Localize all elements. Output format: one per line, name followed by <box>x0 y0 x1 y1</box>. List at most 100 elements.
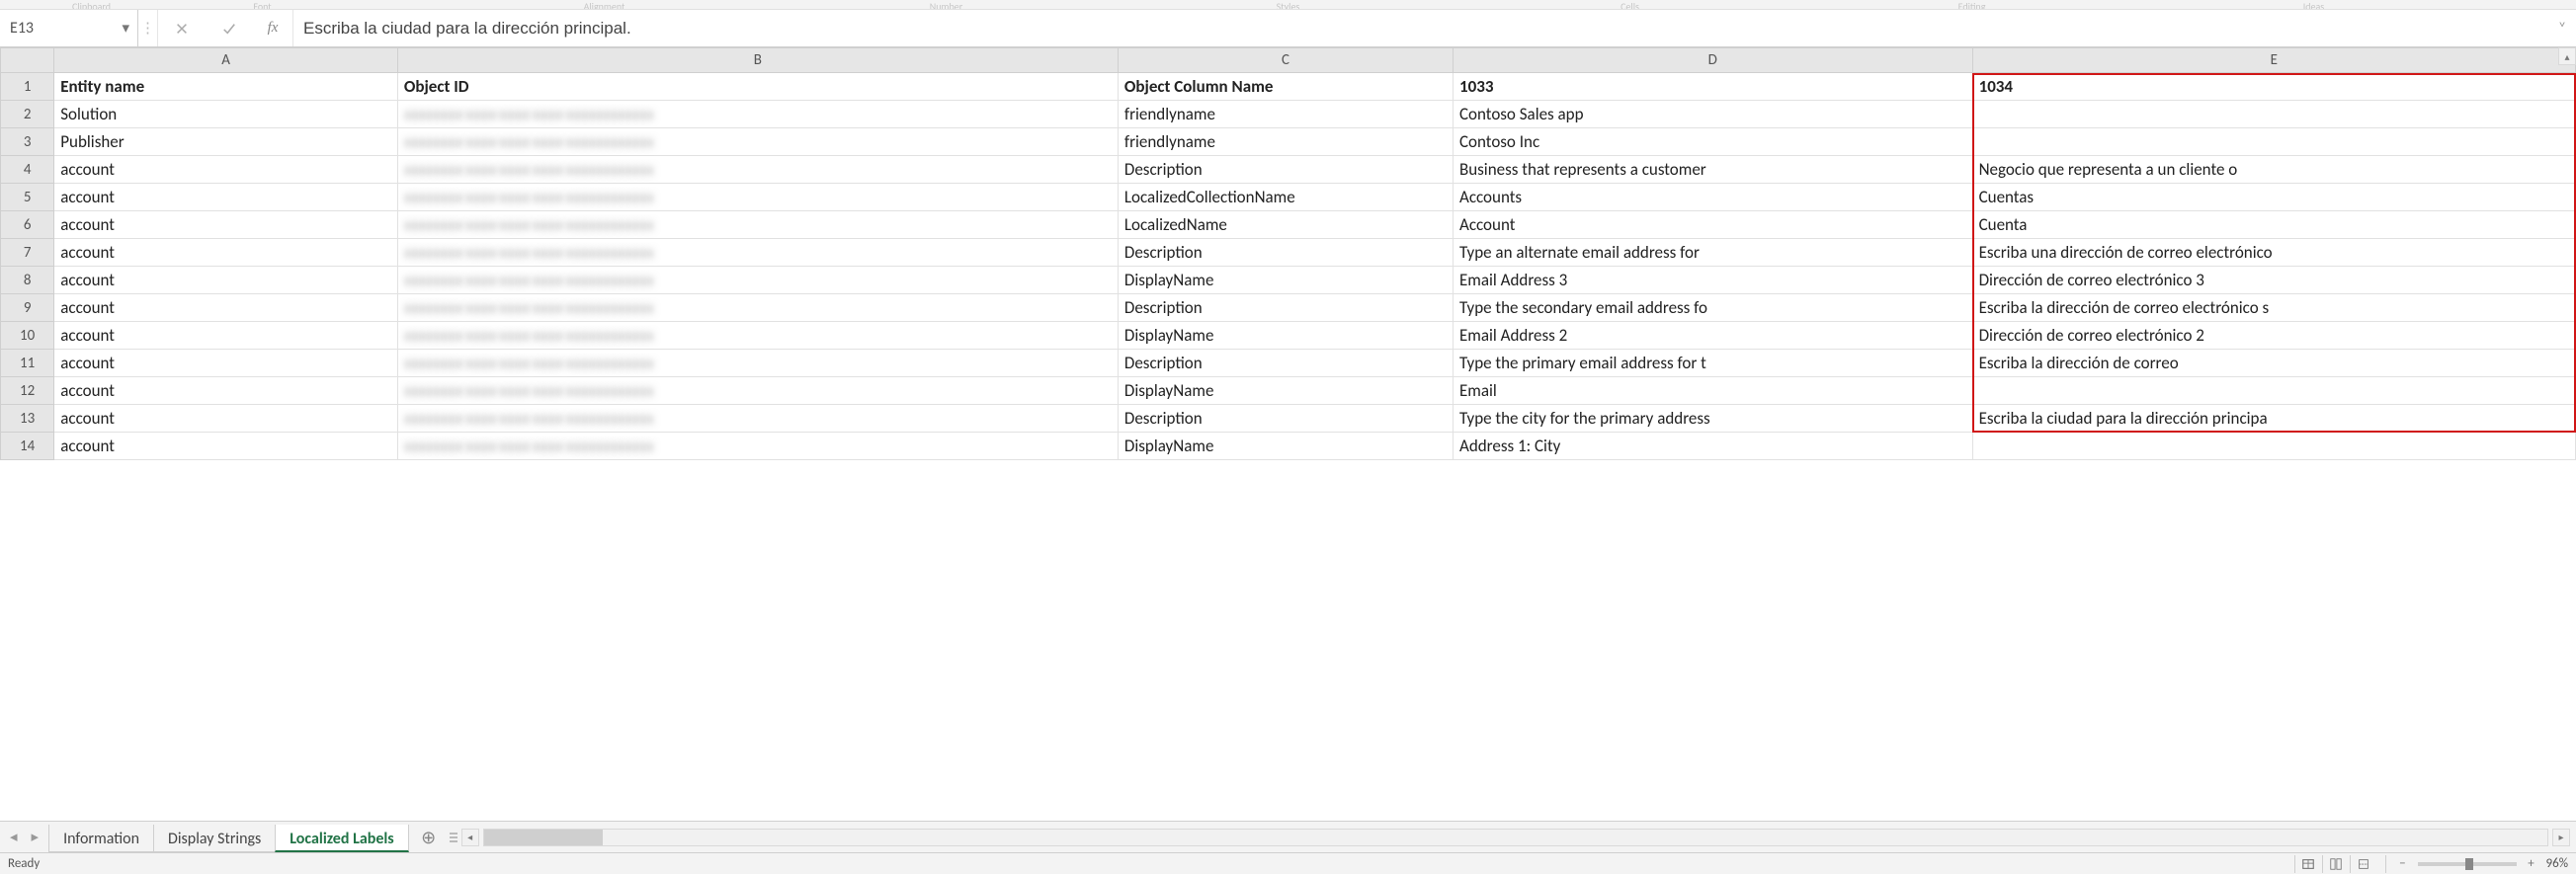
horizontal-scrollbar[interactable] <box>483 829 2548 846</box>
cell[interactable]: Description <box>1118 405 1453 433</box>
cell[interactable]: Accounts <box>1453 184 1972 211</box>
row-header[interactable]: 3 <box>1 128 54 156</box>
row-header[interactable]: 8 <box>1 267 54 294</box>
cell[interactable]: account <box>54 322 398 350</box>
scroll-grip-icon[interactable] <box>450 828 457 847</box>
cancel-formula-button[interactable] <box>158 10 206 46</box>
cell[interactable]: xxxxxxxx-xxxx-xxxx-xxxx-xxxxxxxxxxxx <box>397 101 1118 128</box>
cell[interactable]: xxxxxxxx-xxxx-xxxx-xxxx-xxxxxxxxxxxx <box>397 211 1118 239</box>
cell[interactable]: account <box>54 377 398 405</box>
cell[interactable]: Type the primary email address for t <box>1453 350 1972 377</box>
cell[interactable]: friendlyname <box>1118 101 1453 128</box>
sheet-nav-next-icon[interactable]: ▸ <box>28 826 43 848</box>
cell[interactable]: account <box>54 211 398 239</box>
chevron-down-icon[interactable]: ▾ <box>122 19 129 38</box>
row-header[interactable]: 14 <box>1 433 54 460</box>
add-sheet-button[interactable]: ⊕ <box>414 824 444 851</box>
cell[interactable]: account <box>54 239 398 267</box>
cell[interactable] <box>1972 101 2575 128</box>
cell[interactable]: Contoso Inc <box>1453 128 1972 156</box>
cell[interactable]: account <box>54 405 398 433</box>
worksheet-area[interactable]: ▴ ABCDE 1Entity nameObject IDObject Colu… <box>0 47 2576 821</box>
insert-function-button[interactable]: fx <box>253 10 292 46</box>
view-page-layout-button[interactable] <box>2322 855 2350 873</box>
cell[interactable]: Type an alternate email address for <box>1453 239 1972 267</box>
cell[interactable]: Contoso Sales app <box>1453 101 1972 128</box>
cell[interactable] <box>1972 377 2575 405</box>
cell[interactable]: DisplayName <box>1118 433 1453 460</box>
sheet-nav-prev-icon[interactable]: ◂ <box>6 826 22 848</box>
zoom-out-button[interactable]: − <box>2394 855 2412 873</box>
row-header[interactable]: 12 <box>1 377 54 405</box>
header-cell[interactable]: 1033 <box>1453 73 1972 101</box>
cell[interactable]: xxxxxxxx-xxxx-xxxx-xxxx-xxxxxxxxxxxx <box>397 322 1118 350</box>
row-header[interactable]: 6 <box>1 211 54 239</box>
cell[interactable]: xxxxxxxx-xxxx-xxxx-xxxx-xxxxxxxxxxxx <box>397 267 1118 294</box>
cell[interactable]: Description <box>1118 294 1453 322</box>
row-header[interactable]: 7 <box>1 239 54 267</box>
zoom-slider[interactable] <box>2418 862 2517 866</box>
cell[interactable]: Account <box>1453 211 1972 239</box>
cell[interactable]: DisplayName <box>1118 267 1453 294</box>
cell[interactable]: xxxxxxxx-xxxx-xxxx-xxxx-xxxxxxxxxxxx <box>397 433 1118 460</box>
cell[interactable]: Escriba la dirección de correo <box>1972 350 2575 377</box>
cell[interactable]: xxxxxxxx-xxxx-xxxx-xxxx-xxxxxxxxxxxx <box>397 294 1118 322</box>
cell[interactable]: friendlyname <box>1118 128 1453 156</box>
cell[interactable]: Email Address 3 <box>1453 267 1972 294</box>
expand-formula-bar-button[interactable]: ˅ <box>2548 10 2576 46</box>
cell[interactable]: Cuentas <box>1972 184 2575 211</box>
spreadsheet-grid[interactable]: ABCDE 1Entity nameObject IDObject Column… <box>0 47 2576 460</box>
scroll-right-button[interactable]: ▸ <box>2552 829 2570 846</box>
cell[interactable]: Type the secondary email address fo <box>1453 294 1972 322</box>
cell[interactable]: xxxxxxxx-xxxx-xxxx-xxxx-xxxxxxxxxxxx <box>397 184 1118 211</box>
enter-formula-button[interactable] <box>206 10 253 46</box>
header-cell[interactable]: Entity name <box>54 73 398 101</box>
cell[interactable]: Email <box>1453 377 1972 405</box>
cell[interactable]: xxxxxxxx-xxxx-xxxx-xxxx-xxxxxxxxxxxx <box>397 156 1118 184</box>
cell[interactable] <box>1972 433 2575 460</box>
cell[interactable]: account <box>54 267 398 294</box>
cell[interactable]: account <box>54 294 398 322</box>
column-header-B[interactable]: B <box>397 48 1118 73</box>
cell[interactable]: Dirección de correo electrónico 3 <box>1972 267 2575 294</box>
cell[interactable]: account <box>54 350 398 377</box>
row-header[interactable]: 13 <box>1 405 54 433</box>
view-page-break-button[interactable] <box>2350 855 2377 873</box>
cell[interactable]: xxxxxxxx-xxxx-xxxx-xxxx-xxxxxxxxxxxx <box>397 128 1118 156</box>
cell[interactable]: Email Address 2 <box>1453 322 1972 350</box>
header-cell[interactable]: Object Column Name <box>1118 73 1453 101</box>
column-header-D[interactable]: D <box>1453 48 1972 73</box>
cell[interactable]: Publisher <box>54 128 398 156</box>
sheet-tab-localized-labels[interactable]: Localized Labels <box>275 825 408 852</box>
cell[interactable]: Negocio que representa a un cliente o <box>1972 156 2575 184</box>
cell[interactable]: xxxxxxxx-xxxx-xxxx-xxxx-xxxxxxxxxxxx <box>397 239 1118 267</box>
row-header[interactable]: 10 <box>1 322 54 350</box>
row-header[interactable]: 11 <box>1 350 54 377</box>
cell[interactable] <box>1972 128 2575 156</box>
formula-input[interactable] <box>293 10 2548 46</box>
cell[interactable]: xxxxxxxx-xxxx-xxxx-xxxx-xxxxxxxxxxxx <box>397 405 1118 433</box>
cell[interactable]: Solution <box>54 101 398 128</box>
row-header[interactable]: 2 <box>1 101 54 128</box>
cell[interactable]: Cuenta <box>1972 211 2575 239</box>
cell[interactable]: Type the city for the primary address <box>1453 405 1972 433</box>
sheet-tab-information[interactable]: Information <box>48 825 154 852</box>
name-box[interactable]: E13 ▾ <box>0 10 138 46</box>
cell[interactable]: account <box>54 156 398 184</box>
cell[interactable]: account <box>54 433 398 460</box>
zoom-in-button[interactable]: + <box>2523 855 2540 873</box>
view-normal-button[interactable] <box>2294 855 2322 873</box>
column-header-E[interactable]: E <box>1972 48 2575 73</box>
cell[interactable]: Escriba la ciudad para la dirección prin… <box>1972 405 2575 433</box>
cell[interactable]: DisplayName <box>1118 322 1453 350</box>
cell[interactable]: account <box>54 184 398 211</box>
cell[interactable]: LocalizedName <box>1118 211 1453 239</box>
cell[interactable]: Description <box>1118 350 1453 377</box>
row-header[interactable]: 4 <box>1 156 54 184</box>
cell[interactable]: DisplayName <box>1118 377 1453 405</box>
column-header-A[interactable]: A <box>54 48 398 73</box>
row-header[interactable]: 1 <box>1 73 54 101</box>
cell[interactable]: Description <box>1118 239 1453 267</box>
scroll-left-button[interactable]: ◂ <box>461 829 479 846</box>
cell[interactable]: LocalizedCollectionName <box>1118 184 1453 211</box>
